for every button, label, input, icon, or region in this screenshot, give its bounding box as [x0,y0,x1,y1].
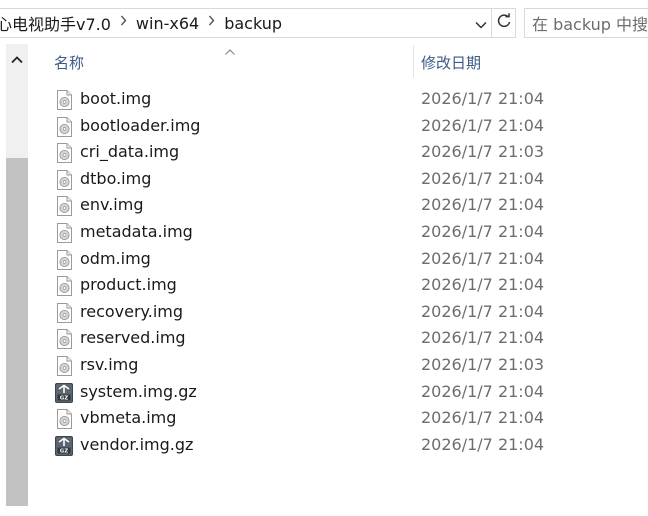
disc-image-file-icon [54,409,74,430]
file-row[interactable]: product.img 2026/1/7 21:04 [54,272,574,298]
disc-image-file-icon [54,143,74,164]
file-name[interactable]: vendor.img.gz [80,435,193,454]
file-row[interactable]: recovery.img 2026/1/7 21:04 [54,299,574,325]
address-dropdown-button[interactable] [470,8,492,38]
column-header-name[interactable]: 名称 [54,52,84,73]
file-name[interactable]: product.img [80,275,177,294]
file-name[interactable]: reserved.img [80,328,186,347]
file-row[interactable]: reserved.img 2026/1/7 21:04 [54,325,574,351]
disc-image-file-icon [54,169,74,190]
chevron-right-icon[interactable] [120,14,127,30]
breadcrumb-win-x64[interactable]: win-x64 [136,14,199,33]
file-row[interactable]: metadata.img 2026/1/7 21:04 [54,219,574,245]
column-header-modified[interactable]: 修改日期 [421,52,481,73]
breadcrumb-app[interactable]: 心电视助手v7.0 [0,11,111,35]
file-modified-date: 2026/1/7 21:04 [421,222,545,241]
disc-image-file-icon [54,196,74,217]
chevron-right-icon[interactable] [208,14,215,30]
file-modified-date: 2026/1/7 21:04 [421,115,545,135]
file-row[interactable]: env.img 2026/1/7 21:04 [54,192,574,218]
file-row[interactable]: vbmeta.img 2026/1/7 21:04 [54,405,574,431]
gz-archive-file-icon: GZ [54,382,74,403]
search-input[interactable]: 在 backup 中搜索 [524,8,648,38]
disc-image-file-icon [54,302,74,323]
file-name[interactable]: rsv.img [80,355,138,374]
sort-ascending-icon [224,41,236,55]
disc-image-file-icon [54,356,74,376]
file-row[interactable]: odm.img 2026/1/7 21:04 [54,246,574,272]
refresh-button[interactable] [492,8,516,38]
disc-image-file-icon [54,90,74,110]
file-row[interactable]: rsv.img 2026/1/7 21:03 [54,352,574,378]
breadcrumb-backup[interactable]: backup [224,14,282,33]
file-modified-date: 2026/1/7 21:04 [421,275,545,295]
file-modified-date: 2026/1/7 21:04 [421,381,545,401]
file-name[interactable]: system.img.gz [80,382,197,401]
file-name[interactable]: cri_data.img [80,142,179,161]
file-modified-date: 2026/1/7 21:04 [421,248,545,268]
disc-image-file-icon [54,116,74,137]
scrollbar-thumb[interactable] [6,158,28,506]
scroll-up-button[interactable] [6,44,28,72]
file-name[interactable]: vbmeta.img [80,408,176,427]
file-name[interactable]: env.img [80,195,143,214]
file-modified-date: 2026/1/7 21:04 [421,434,545,454]
disc-image-file-icon [54,276,74,297]
disc-image-file-icon [54,329,74,350]
file-modified-date: 2026/1/7 21:04 [421,408,545,428]
address-bar[interactable]: 心电视助手v7.0 win-x64 backup [0,8,492,38]
file-name[interactable]: metadata.img [80,222,193,241]
disc-image-file-icon [54,249,74,270]
file-row[interactable]: GZ vendor.img.gz 2026/1/7 21:04 [54,432,574,458]
svg-text:GZ: GZ [60,448,69,454]
file-modified-date: 2026/1/7 21:04 [421,301,545,321]
gz-archive-file-icon: GZ [54,435,74,456]
file-modified-date: 2026/1/7 21:04 [421,89,545,108]
svg-text:GZ: GZ [60,395,69,401]
chevron-up-icon [11,49,23,68]
file-name[interactable]: odm.img [80,249,151,268]
file-name[interactable]: recovery.img [80,302,183,321]
file-modified-date: 2026/1/7 21:03 [421,355,545,374]
chevron-down-icon [475,14,487,33]
file-modified-date: 2026/1/7 21:03 [421,142,545,162]
refresh-icon [496,13,512,33]
file-row[interactable]: boot.img 2026/1/7 21:04 [54,86,574,112]
file-row[interactable]: bootloader.img 2026/1/7 21:04 [54,113,574,139]
disc-image-file-icon [54,223,74,243]
column-divider[interactable] [413,45,414,78]
file-row[interactable]: cri_data.img 2026/1/7 21:03 [54,139,574,165]
file-name[interactable]: bootloader.img [80,116,200,135]
file-row[interactable]: GZ system.img.gz 2026/1/7 21:04 [54,379,574,405]
file-modified-date: 2026/1/7 21:04 [421,168,545,188]
file-name[interactable]: boot.img [80,89,151,108]
file-modified-date: 2026/1/7 21:04 [421,195,545,215]
file-row[interactable]: dtbo.img 2026/1/7 21:04 [54,166,574,192]
file-modified-date: 2026/1/7 21:04 [421,328,545,348]
file-name[interactable]: dtbo.img [80,169,151,188]
